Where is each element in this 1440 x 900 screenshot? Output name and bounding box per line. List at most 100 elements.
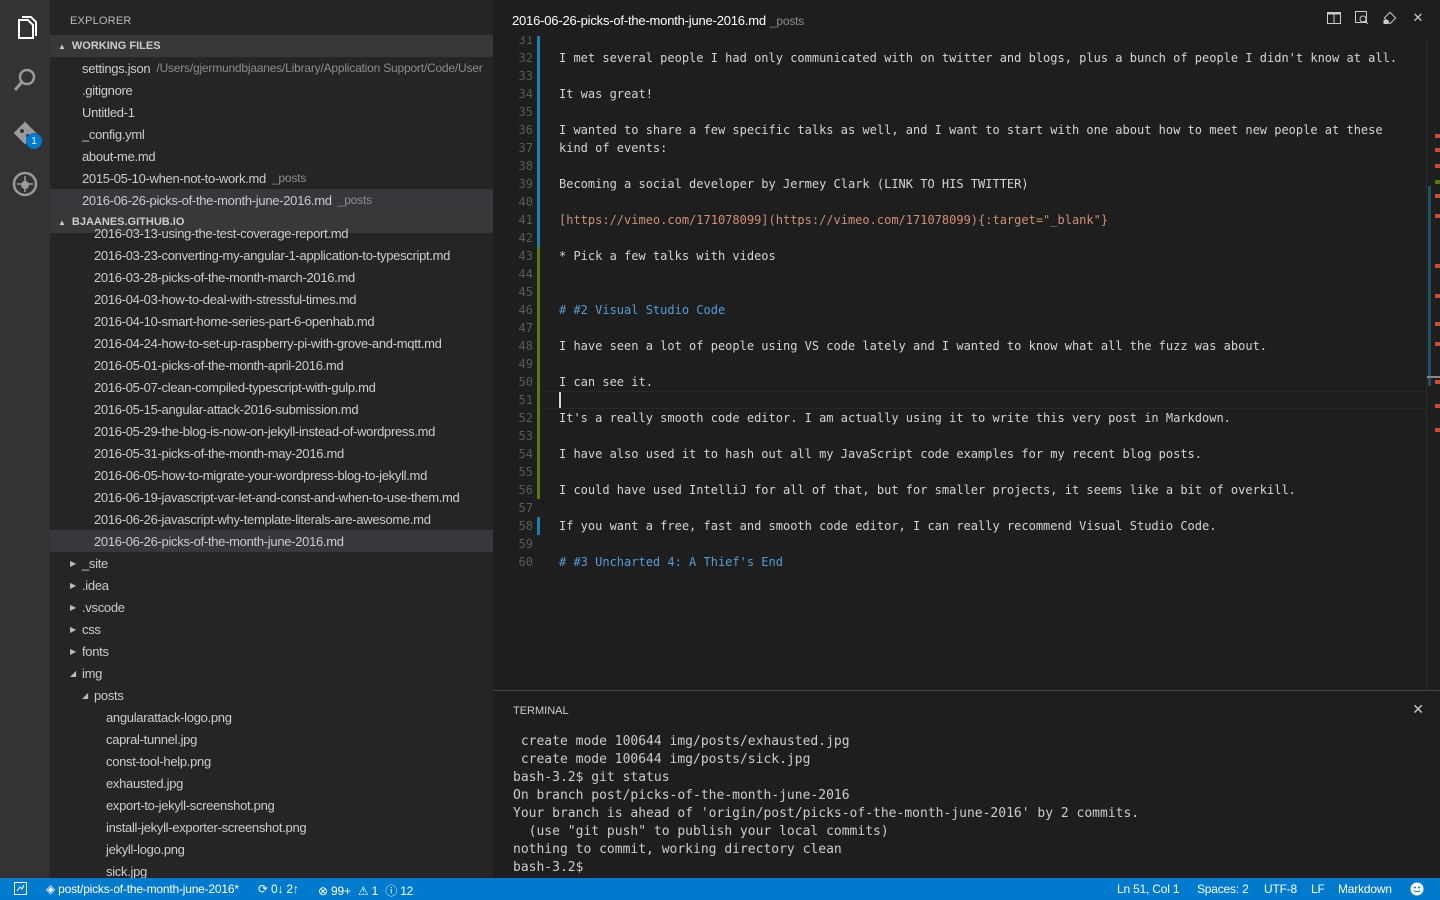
working-files-header[interactable]: ▲ WORKING FILES (50, 35, 493, 57)
working-file-item[interactable]: 2016-06-26-picks-of-the-month-june-2016.… (50, 189, 493, 211)
feedback-icon[interactable] (14, 882, 27, 898)
code-line[interactable]: 44 (493, 265, 1428, 283)
tree-file-item[interactable]: 2016-05-07-clean-compiled-typescript-wit… (50, 376, 493, 398)
code-line[interactable]: 45 (493, 283, 1428, 301)
preview-icon[interactable] (1354, 10, 1370, 26)
close-panel-icon[interactable]: ✕ (1412, 701, 1424, 718)
code-line[interactable]: 36 I wanted to share a few specific talks… (493, 121, 1428, 139)
tree-file-item[interactable]: 2016-06-05-how-to-migrate-your-wordpress… (50, 464, 493, 486)
smiley-icon[interactable] (1410, 882, 1424, 899)
code-line[interactable]: 41 [https://vimeo.com/171078099](https://… (493, 211, 1428, 229)
code-line[interactable]: 54 I have also used it to hash out all my… (493, 445, 1428, 463)
folder-name: fonts (82, 643, 109, 659)
cursor-position[interactable]: Ln 51, Col 1 (1117, 882, 1180, 896)
language-mode[interactable]: Markdown (1338, 882, 1392, 896)
code-editor[interactable]: 31 32 I met several people I had only comm… (493, 36, 1440, 690)
working-file-item[interactable]: _config.yml (50, 123, 493, 145)
line-number: 37 (518, 141, 533, 155)
tree-file-item[interactable]: jekyll-logo.png (50, 838, 493, 860)
tree-file-item[interactable]: 2016-06-19-javascript-var-let-and-const-… (50, 486, 493, 508)
tree-file-item[interactable]: install-jekyll-exporter-screenshot.png (50, 816, 493, 838)
git-compare-icon[interactable] (1382, 10, 1398, 26)
code-line[interactable]: 55 (493, 463, 1428, 481)
tree-file-item[interactable]: export-to-jekyll-screenshot.png (50, 794, 493, 816)
tree-file-item[interactable]: capral-tunnel.jpg (50, 728, 493, 750)
tree-file-item[interactable]: 2016-05-01-picks-of-the-month-april-2016… (50, 354, 493, 376)
editor-tab[interactable]: 2016-06-26-picks-of-the-month-june-2016.… (512, 13, 804, 28)
tree-file-item[interactable]: 2016-04-03-how-to-deal-with-stressful-ti… (50, 288, 493, 310)
code-line[interactable]: 59 (493, 535, 1428, 553)
tree-folder-item[interactable]: ▶ .idea (50, 574, 493, 596)
tree-folder-item[interactable]: ◢ img (50, 662, 493, 684)
tree-file-item[interactable]: sick.jpg (50, 860, 493, 879)
code-line[interactable]: 47 (493, 319, 1428, 337)
tree-folder-item[interactable]: ◢ posts (50, 684, 493, 706)
indentation[interactable]: Spaces: 2 (1197, 882, 1249, 896)
git-icon[interactable] (0, 108, 50, 158)
tree-file-item[interactable]: 2016-05-29-the-blog-is-now-on-jekyll-ins… (50, 420, 493, 442)
code-line[interactable]: 42 (493, 229, 1428, 247)
split-editor-icon[interactable] (1326, 10, 1342, 26)
problems-indicator[interactable]: ⊗ 99+ ⚠ 1 ⓘ 12 (318, 882, 413, 899)
code-line[interactable]: 58 If you want a free, fast and smooth co… (493, 517, 1428, 535)
code-line[interactable]: 40 (493, 193, 1428, 211)
tree-file-item[interactable]: const-tool-help.png (50, 750, 493, 772)
code-line[interactable]: 46 # #2 Visual Studio Code (493, 301, 1428, 319)
tree-file-item[interactable]: 2016-04-10-smart-home-series-part-6-open… (50, 310, 493, 332)
tree-file-item[interactable]: 2016-03-28-picks-of-the-month-march-2016… (50, 266, 493, 288)
tree-folder-item[interactable]: ▶ _site (50, 552, 493, 574)
working-file-item[interactable]: .gitignore (50, 79, 493, 101)
line-ending[interactable]: LF (1311, 882, 1325, 896)
tree-file-item[interactable]: 2016-05-15-angular-attack-2016-submissio… (50, 398, 493, 420)
file-name: Untitled-1 (82, 104, 135, 120)
tree-file-item[interactable]: angularattack-logo.png (50, 706, 493, 728)
code-line[interactable]: 60 # #3 Uncharted 4: A Thief's End (493, 553, 1428, 571)
close-editor-icon[interactable]: ✕ (1410, 10, 1426, 26)
debug-icon[interactable] (0, 159, 50, 209)
terminal-panel[interactable]: TERMINAL ✕ create mode 100644 img/posts/… (493, 690, 1440, 878)
code-line[interactable]: 32 I met several people I had only commun… (493, 49, 1428, 67)
code-line[interactable]: 37 kind of events: (493, 139, 1428, 157)
code-line[interactable]: 39 Becoming a social developer by Jermey … (493, 175, 1428, 193)
overview-ruler[interactable] (1426, 36, 1440, 690)
code-line[interactable]: 48 I have seen a lot of people using VS c… (493, 337, 1428, 355)
terminal-line: bash-3.2$ git status (513, 770, 670, 785)
code-line[interactable]: 35 (493, 103, 1428, 121)
git-change-marker (537, 517, 540, 535)
file-name: install-jekyll-exporter-screenshot.png (106, 819, 307, 835)
working-file-item[interactable]: settings.json/Users/gjermundbjaanes/Libr… (50, 57, 493, 79)
code-line[interactable]: 34 It was great! (493, 85, 1428, 103)
tree-file-item[interactable]: 2016-03-13-using-the-test-coverage-repor… (50, 222, 493, 244)
tree-folder-item[interactable]: ▶ css (50, 618, 493, 640)
code-line[interactable]: 52 It's a really smooth code editor. I am… (493, 409, 1428, 427)
code-line[interactable]: 50 I can see it. (493, 373, 1428, 391)
tree-file-item[interactable]: exhausted.jpg (50, 772, 493, 794)
tree-file-item[interactable]: 2016-04-24-how-to-set-up-raspberry-pi-wi… (50, 332, 493, 354)
explorer-icon[interactable] (0, 5, 50, 55)
encoding[interactable]: UTF-8 (1264, 882, 1297, 896)
tree-file-item[interactable]: 2016-03-23-converting-my-angular-1-appli… (50, 244, 493, 266)
working-file-item[interactable]: 2015-05-10-when-not-to-work.md _posts (50, 167, 493, 189)
code-line[interactable]: 57 (493, 499, 1428, 517)
code-line[interactable]: 51 (493, 391, 1428, 409)
line-text: kind of events: (559, 141, 668, 155)
code-line[interactable]: 33 (493, 67, 1428, 85)
sync-button[interactable]: ⟳ 0↓ 2↑ (258, 882, 299, 896)
code-line[interactable]: 43 * Pick a few talks with videos (493, 247, 1428, 265)
code-line[interactable]: 31 (493, 36, 1428, 49)
code-line[interactable]: 53 (493, 427, 1428, 445)
branch-indicator[interactable]: ◈ post/picks-of-the-month-june-2016* (46, 882, 239, 896)
tree-folder-item[interactable]: ▶ .vscode (50, 596, 493, 618)
working-file-item[interactable]: about-me.md (50, 145, 493, 167)
working-file-item[interactable]: Untitled-1 (50, 101, 493, 123)
git-change-marker (537, 211, 540, 229)
code-line[interactable]: 49 (493, 355, 1428, 373)
code-line[interactable]: 38 (493, 157, 1428, 175)
line-number: 33 (518, 69, 533, 83)
tree-file-item[interactable]: 2016-05-31-picks-of-the-month-may-2016.m… (50, 442, 493, 464)
search-icon[interactable] (0, 55, 50, 105)
tree-file-item[interactable]: 2016-06-26-picks-of-the-month-june-2016.… (50, 530, 493, 552)
tree-folder-item[interactable]: ▶ fonts (50, 640, 493, 662)
code-line[interactable]: 56 I could have used IntelliJ for all of … (493, 481, 1428, 499)
tree-file-item[interactable]: 2016-06-26-javascript-why-template-liter… (50, 508, 493, 530)
